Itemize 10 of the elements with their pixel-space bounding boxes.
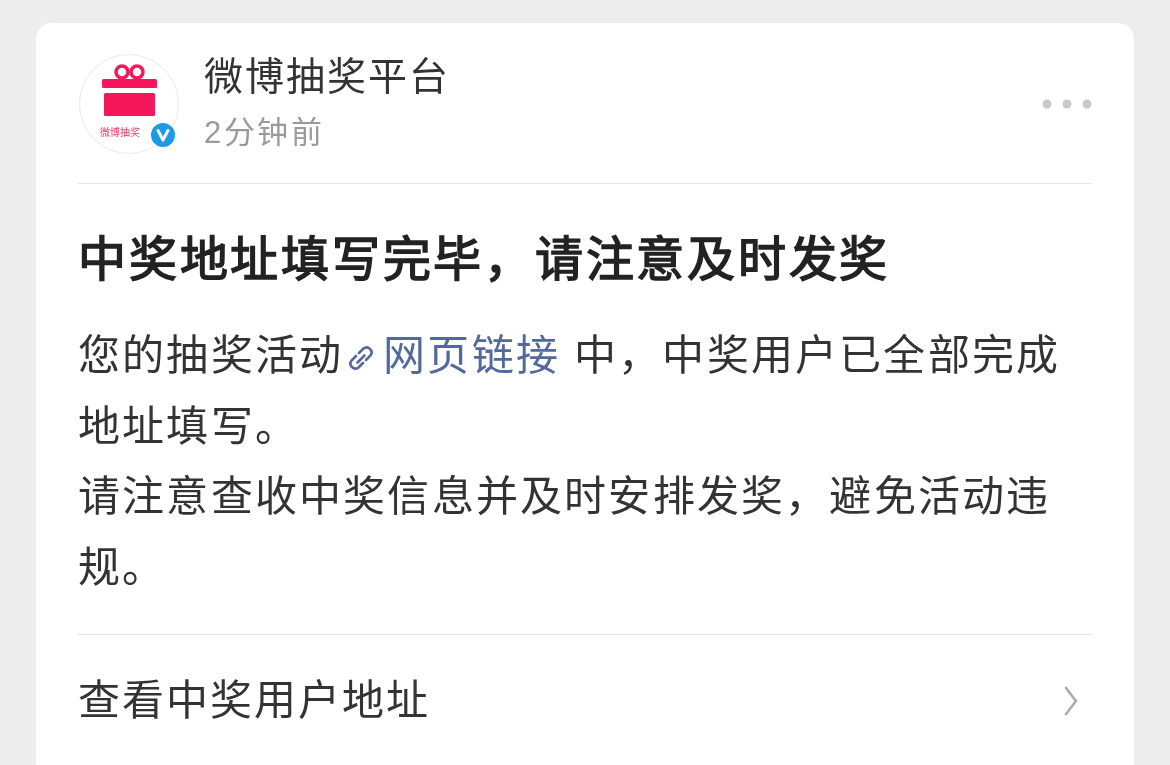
- post-time: 2分钟前: [204, 114, 325, 152]
- message-title: 中奖地址填写完毕，请注意及时发奖: [78, 232, 891, 288]
- chevron-right-icon: [1064, 686, 1078, 716]
- message-paragraph: 您的抽奖活动 网页链接 中，中奖用户已全部完成地址填写。: [78, 331, 1062, 452]
- author-name: 微博抽奖平台: [204, 55, 450, 99]
- more-icon[interactable]: [1042, 99, 1092, 109]
- message-paragraph: 请注意查收中奖信息并及时安排发奖，避免活动违规。: [78, 472, 1052, 593]
- gift-icon: [101, 64, 157, 116]
- logo-caption: 微博抽奖: [100, 127, 140, 139]
- web-link[interactable]: 网页链接: [343, 332, 560, 379]
